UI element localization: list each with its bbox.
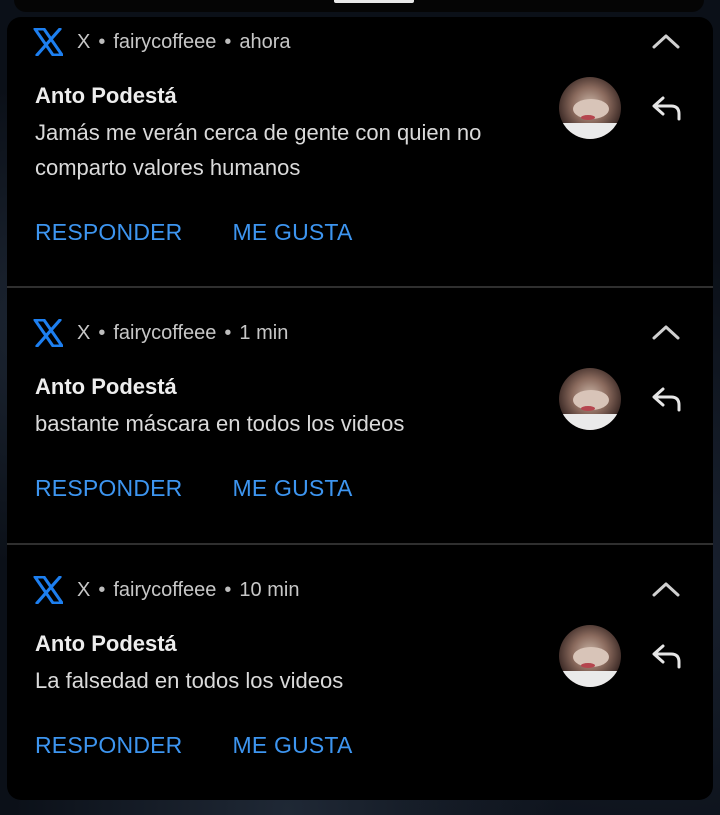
reply-icon[interactable] bbox=[651, 643, 683, 669]
notification-actions: RESPONDER ME GUSTA bbox=[35, 475, 353, 502]
notification-header: X • fairycoffeee • 10 min bbox=[33, 575, 299, 605]
reply-button[interactable]: RESPONDER bbox=[35, 732, 183, 759]
notification-actions: RESPONDER ME GUSTA bbox=[35, 732, 353, 759]
notification-time: 10 min bbox=[239, 578, 300, 601]
like-button[interactable]: ME GUSTA bbox=[233, 732, 353, 759]
sender-name: Anto Podestá bbox=[35, 83, 177, 108]
separator-dot: • bbox=[224, 30, 232, 53]
notification-time: ahora bbox=[239, 30, 291, 53]
reply-icon[interactable] bbox=[651, 95, 683, 121]
notification-card[interactable]: X • fairycoffeee • 1 min Anto Podestá ba… bbox=[7, 308, 713, 566]
notification-header: X • fairycoffeee • ahora bbox=[33, 27, 291, 57]
x-logo-icon bbox=[33, 319, 63, 347]
x-logo-icon bbox=[33, 28, 63, 56]
drag-handle[interactable] bbox=[334, 0, 414, 3]
account-name: fairycoffeee bbox=[113, 321, 217, 344]
avatar bbox=[559, 625, 621, 687]
reply-button[interactable]: RESPONDER bbox=[35, 219, 183, 246]
app-name: X bbox=[77, 321, 91, 344]
like-button[interactable]: ME GUSTA bbox=[233, 219, 353, 246]
notification-header: X • fairycoffeee • 1 min bbox=[33, 318, 288, 348]
reply-icon[interactable] bbox=[651, 386, 683, 412]
notification-text: Jamás me verán cerca de gente con quien … bbox=[35, 120, 482, 180]
x-logo-icon bbox=[33, 576, 63, 604]
sender-name: Anto Podestá bbox=[35, 374, 177, 399]
notification-card[interactable]: X • fairycoffeee • ahora Anto Podestá Ja… bbox=[7, 17, 713, 275]
chevron-up-icon[interactable] bbox=[651, 322, 681, 342]
app-name: X bbox=[77, 30, 91, 53]
notification-actions: RESPONDER ME GUSTA bbox=[35, 219, 353, 246]
notification-panel: X • fairycoffeee • ahora Anto Podestá Ja… bbox=[7, 17, 713, 800]
separator-dot: • bbox=[224, 578, 232, 601]
separator-dot: • bbox=[224, 321, 232, 344]
account-name: fairycoffeee bbox=[113, 578, 217, 601]
previous-notification-edge bbox=[14, 0, 704, 12]
app-name: X bbox=[77, 578, 91, 601]
sender-name: Anto Podestá bbox=[35, 631, 177, 656]
notification-time: 1 min bbox=[239, 321, 289, 344]
divider bbox=[7, 543, 713, 545]
separator-dot: • bbox=[98, 321, 106, 344]
chevron-up-icon[interactable] bbox=[651, 31, 681, 51]
chevron-up-icon[interactable] bbox=[651, 579, 681, 599]
account-name: fairycoffeee bbox=[113, 30, 217, 53]
separator-dot: • bbox=[98, 578, 106, 601]
notification-text: La falsedad en todos los videos bbox=[35, 668, 344, 693]
separator-dot: • bbox=[98, 30, 106, 53]
avatar bbox=[559, 77, 621, 139]
like-button[interactable]: ME GUSTA bbox=[233, 475, 353, 502]
avatar bbox=[559, 368, 621, 430]
reply-button[interactable]: RESPONDER bbox=[35, 475, 183, 502]
notification-text: bastante máscara en todos los videos bbox=[35, 411, 405, 436]
divider bbox=[7, 286, 713, 288]
notification-card[interactable]: X • fairycoffeee • 10 min Anto Podestá L… bbox=[7, 565, 713, 800]
